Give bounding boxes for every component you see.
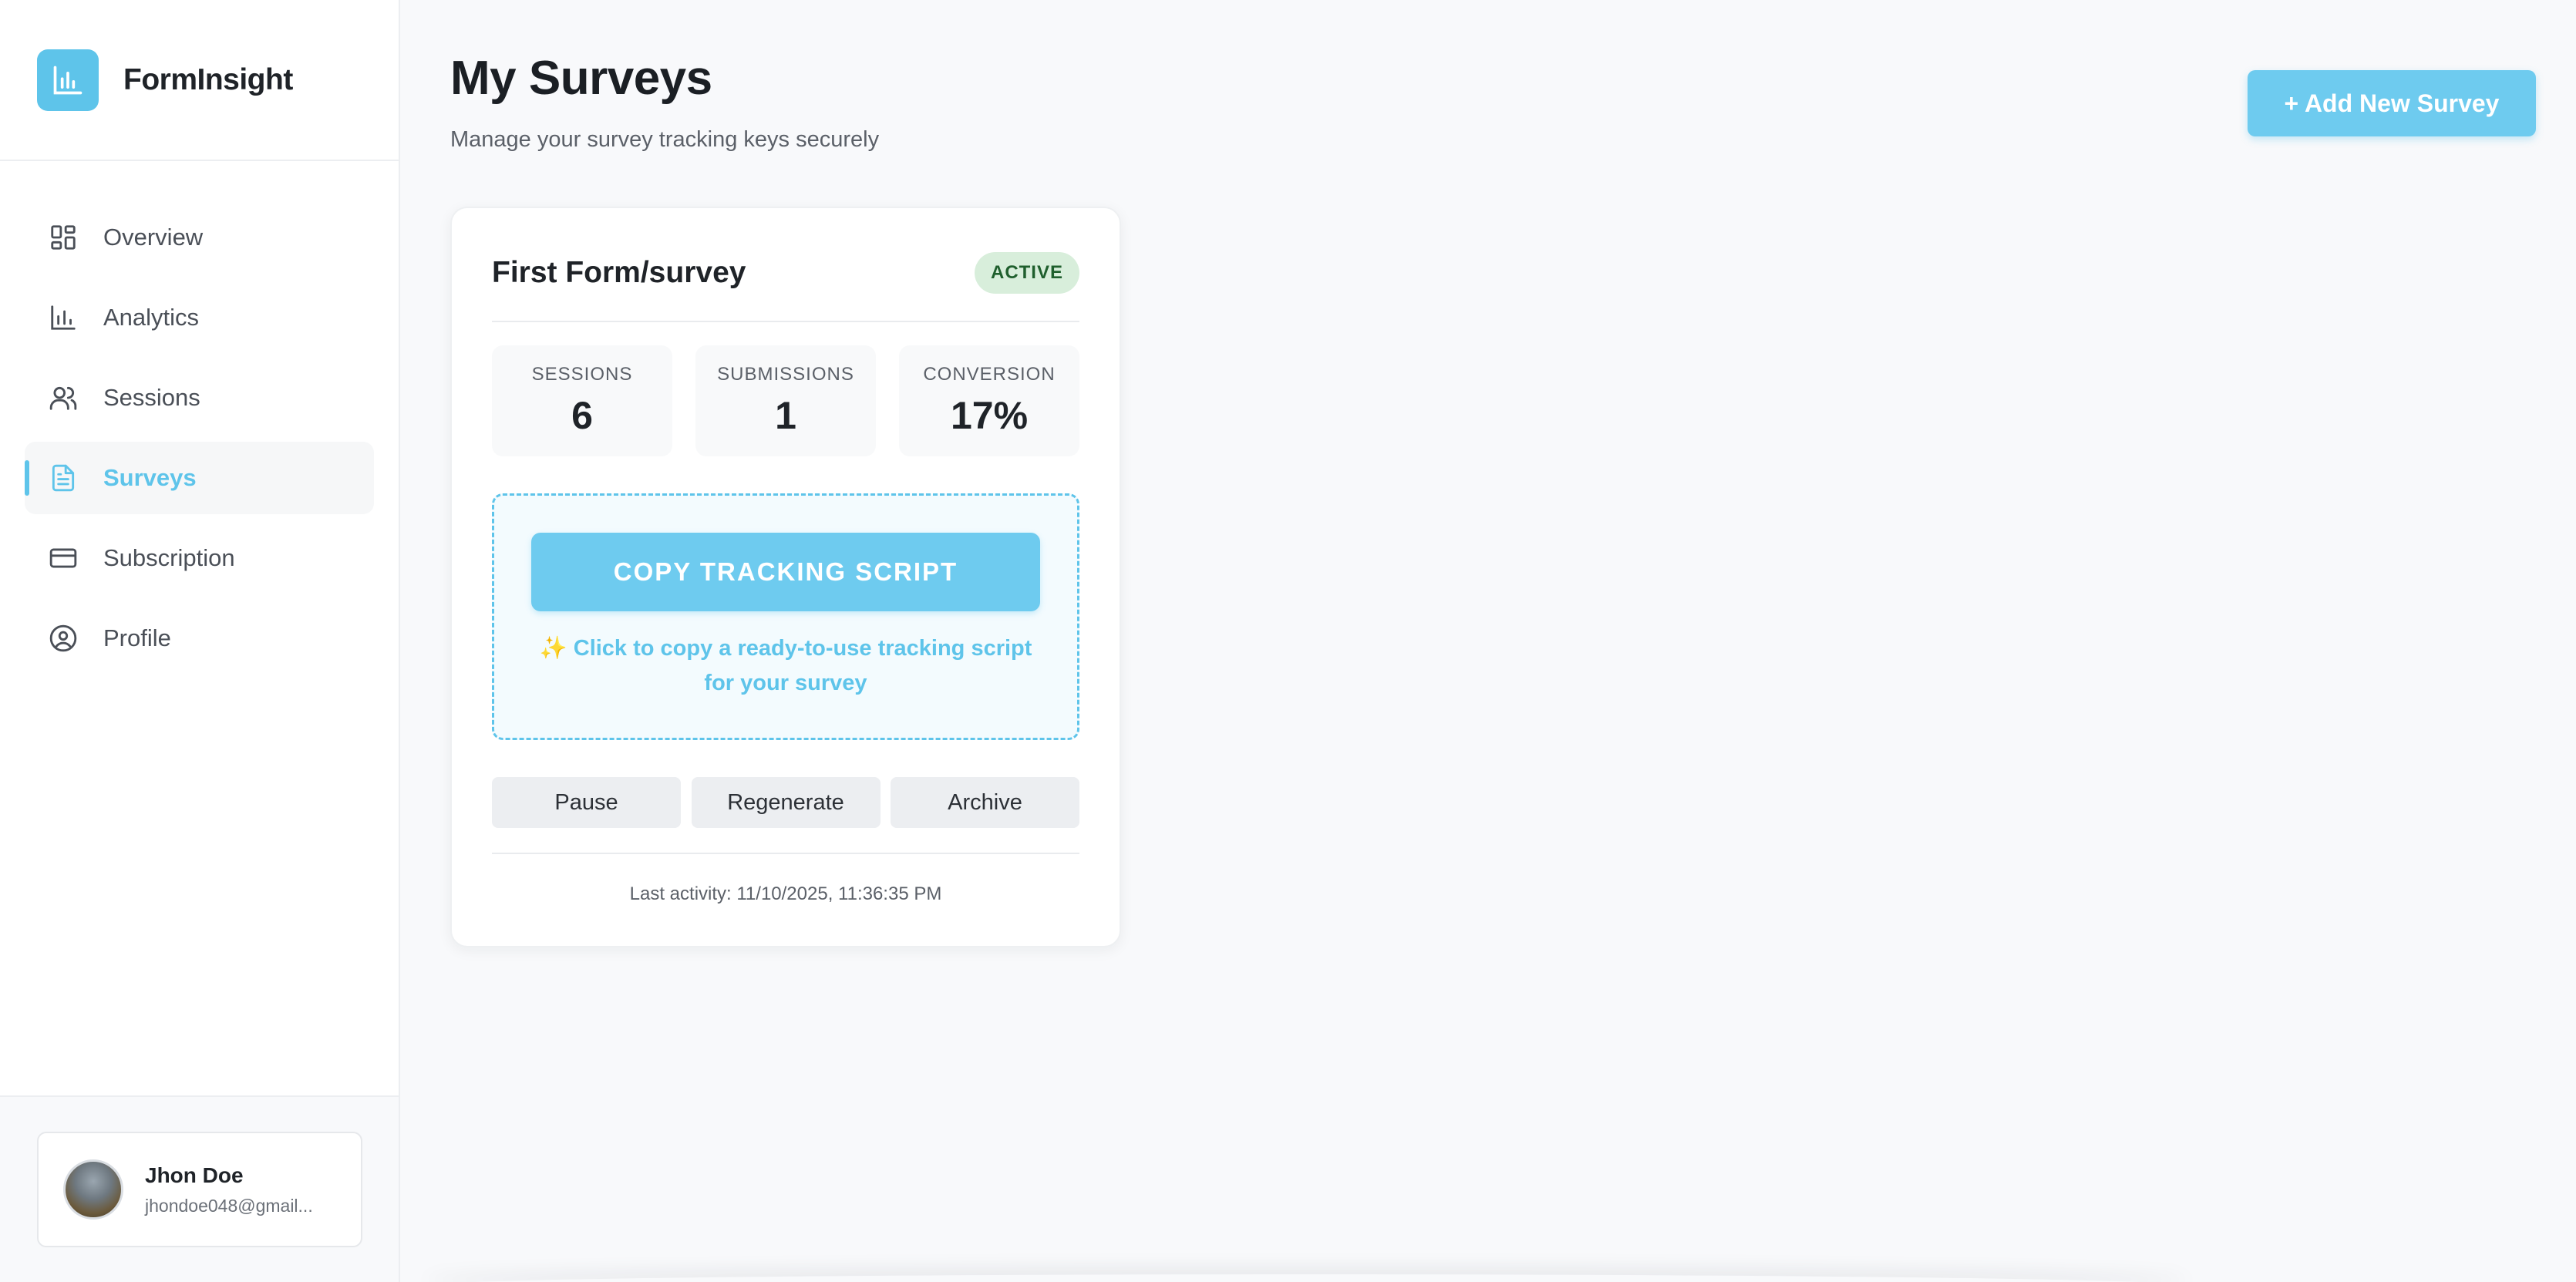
app-root: FormInsight Overview Analytics Sessions … (0, 0, 2576, 1282)
sidebar-item-profile[interactable]: Profile (25, 602, 374, 675)
document-icon (48, 463, 79, 493)
copy-tracking-script-button[interactable]: COPY TRACKING SCRIPT (531, 533, 1040, 611)
survey-card: First Form/survey ACTIVE SESSIONS 6 SUBM… (450, 207, 1121, 947)
regenerate-button[interactable]: Regenerate (691, 777, 881, 828)
sidebar-item-label: Subscription (103, 544, 235, 571)
user-email: jhondoe048@gmail... (145, 1195, 313, 1216)
stat-value: 1 (775, 394, 796, 437)
stat-label: SUBMISSIONS (717, 364, 854, 385)
stat-label: CONVERSION (923, 364, 1056, 385)
sidebar-item-label: Surveys (103, 464, 197, 491)
survey-card-header: First Form/survey ACTIVE (492, 248, 1079, 298)
divider (492, 321, 1079, 322)
stat-value: 6 (571, 394, 593, 437)
sidebar-item-label: Overview (103, 224, 204, 251)
tracking-script-box: COPY TRACKING SCRIPT ✨ Click to copy a r… (492, 493, 1079, 740)
status-badge: ACTIVE (975, 252, 1079, 294)
sparkle-icon: ✨ (539, 636, 567, 661)
users-icon (48, 382, 79, 413)
sidebar-nav: Overview Analytics Sessions Surveys Subs… (0, 161, 399, 682)
stat-conversion: CONVERSION 17% (899, 345, 1079, 456)
stat-label: SESSIONS (531, 364, 633, 385)
sidebar-item-sessions[interactable]: Sessions (25, 362, 374, 434)
survey-actions: Pause Regenerate Archive (492, 777, 1079, 828)
divider (492, 853, 1079, 854)
user-info: Jhon Doe jhondoe048@gmail... (145, 1163, 313, 1216)
brand-name: FormInsight (123, 62, 293, 96)
stat-sessions: SESSIONS 6 (492, 345, 672, 456)
add-new-survey-button[interactable]: + Add New Survey (2248, 70, 2536, 136)
avatar (63, 1159, 123, 1220)
tracking-script-hint: ✨ Click to copy a ready-to-use tracking … (531, 631, 1040, 701)
sidebar: FormInsight Overview Analytics Sessions … (0, 0, 400, 1282)
sidebar-item-label: Sessions (103, 384, 200, 411)
sidebar-footer: Jhon Doe jhondoe048@gmail... (0, 1095, 399, 1282)
user-circle-icon (48, 623, 79, 654)
sidebar-item-overview[interactable]: Overview (25, 201, 374, 274)
brand-logo-icon (37, 49, 99, 111)
sidebar-item-surveys[interactable]: Surveys (25, 442, 374, 514)
hint-text: Click to copy a ready-to-use tracking sc… (573, 636, 1032, 695)
survey-stats: SESSIONS 6 SUBMISSIONS 1 CONVERSION 17% (492, 345, 1079, 456)
user-name: Jhon Doe (145, 1163, 244, 1187)
sidebar-item-label: Analytics (103, 304, 200, 331)
bottom-shadow (423, 1274, 2190, 1282)
bar-chart-icon (48, 302, 79, 333)
stat-submissions: SUBMISSIONS 1 (695, 345, 876, 456)
sidebar-item-label: Profile (103, 624, 171, 651)
credit-card-icon (48, 543, 79, 574)
sidebar-item-analytics[interactable]: Analytics (25, 281, 374, 354)
user-card[interactable]: Jhon Doe jhondoe048@gmail... (37, 1132, 362, 1247)
pause-button[interactable]: Pause (492, 777, 681, 828)
grid-icon (48, 222, 79, 253)
stat-value: 17% (950, 394, 1029, 437)
last-activity: Last activity: 11/10/2025, 11:36:35 PM (629, 883, 942, 904)
main-content: My Surveys Manage your survey tracking k… (400, 0, 2576, 1282)
sidebar-item-subscription[interactable]: Subscription (25, 522, 374, 594)
brand[interactable]: FormInsight (0, 0, 399, 161)
survey-title: First Form/survey (492, 256, 746, 289)
archive-button[interactable]: Archive (891, 777, 1079, 828)
